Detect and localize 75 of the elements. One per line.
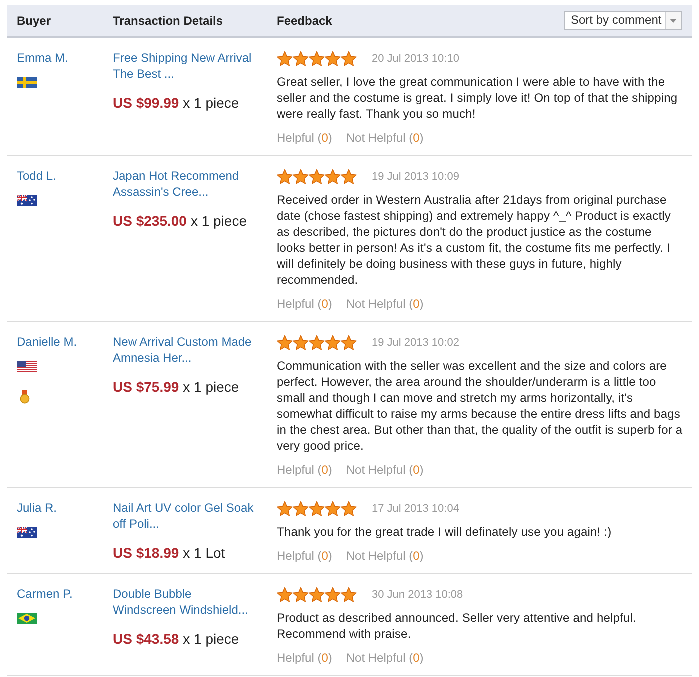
column-header: Transaction Details	[113, 12, 224, 28]
not-helpful-link[interactable]: Not Helpful (0)	[346, 130, 424, 146]
helpful-link[interactable]: Helpful (0)	[277, 650, 332, 666]
australia-flag-icon	[17, 527, 37, 538]
star-icon	[309, 587, 325, 603]
helpful-link[interactable]: Helpful (0)	[277, 462, 332, 478]
star-icon	[277, 587, 293, 603]
star-icon	[277, 169, 293, 185]
helpful-link[interactable]: Helpful (0)	[277, 130, 332, 146]
star-icon	[341, 501, 357, 517]
product-title-link[interactable]: Japan Hot Recommend Assassin's Cree...	[113, 168, 256, 200]
buyer-name-link[interactable]: Carmen P.	[17, 586, 73, 602]
star-icon	[325, 335, 341, 351]
sweden-flag-icon	[17, 77, 37, 88]
star-icon	[309, 501, 325, 517]
product-title-link[interactable]: Nail Art UV color Gel Soak off Poli...	[113, 500, 256, 532]
star-icon	[293, 501, 309, 517]
star-icon	[325, 587, 341, 603]
quantity-text: x 1 piece	[190, 212, 247, 230]
star-icon	[277, 501, 293, 517]
price-text: US $18.99	[113, 544, 180, 562]
star-icon	[309, 169, 325, 185]
price-text: US $43.58	[113, 630, 180, 648]
star-icon	[277, 335, 293, 351]
quantity-text: x 1 Lot	[183, 544, 226, 562]
star-icon	[293, 51, 309, 67]
star-icon	[309, 51, 325, 67]
review-date: 17 Jul 2013 10:04	[372, 502, 460, 517]
star-icon	[341, 169, 357, 185]
quantity-text: x 1 piece	[183, 94, 240, 112]
star-icon	[341, 51, 357, 67]
quantity-text: x 1 piece	[183, 378, 240, 396]
star-icon	[309, 335, 325, 351]
caret-icon	[670, 18, 677, 22]
star-icon	[325, 501, 341, 517]
quantity-text: x 1 piece	[183, 630, 240, 648]
review-text: Received order in Western Australia after 21days from original purchase date (chose fastest shipping) and extremely happy ^_^ Product is exactly as described, the pictures don't do the product justice as the costume looks better in person! As it's a custom fit, the costume fits me perfectly. I will definitely be doing business with these guys in future, highly recommended.	[277, 192, 672, 288]
helpful-link[interactable]: Helpful (0)	[277, 548, 332, 564]
review-text: Thank you for the great trade I will definately use you again! :)	[277, 524, 613, 540]
star-icon	[293, 587, 309, 603]
review-date: 30 Jun 2013 10:08	[372, 588, 464, 603]
helpful-link[interactable]: Helpful (0)	[277, 296, 332, 312]
brazil-flag-icon	[17, 613, 37, 624]
price-text: US $75.99	[113, 378, 180, 396]
price-text: US $235.00	[113, 212, 187, 230]
review-date: 19 Jul 2013 10:02	[372, 336, 460, 351]
column-header: Feedback	[277, 12, 332, 28]
review-text: Product as described announced. Seller very attentive and helpful. Recommend with praise.	[277, 610, 638, 642]
price-text: US $99.99	[113, 94, 180, 112]
column-header: Buyer	[17, 12, 52, 28]
review-text: Great seller, I love the great communication I were able to have with the seller and the costume is great. I simply love it! On top of that the shipping were really fast. Thank you so much!	[277, 74, 679, 122]
review-text: Communication with the seller was excellent and the size and colors are perfect. However, the area around the shoulder/underarm is a little too small and though I can move and stretch my arms horizontally, it's somewhat difficult to raise my arms because the entire dress lifts and bags in the chest area. But other than that, the quality of the outfit is superb for a very good price.	[277, 358, 683, 454]
buyer-name-link[interactable]: Todd L.	[17, 168, 56, 184]
star-icon	[341, 335, 357, 351]
buyer-name-link[interactable]: Emma M.	[17, 50, 68, 66]
australia-flag-icon	[17, 195, 37, 206]
review-date: 20 Jul 2013 10:10	[372, 52, 460, 67]
buyer-name-link[interactable]: Julia R.	[17, 500, 58, 516]
not-helpful-link[interactable]: Not Helpful (0)	[346, 296, 424, 312]
sort-dropdown[interactable]: Sort by comment	[564, 11, 682, 30]
star-icon	[277, 51, 293, 67]
not-helpful-link[interactable]: Not Helpful (0)	[346, 548, 424, 564]
star-icon	[293, 335, 309, 351]
star-icon	[341, 587, 357, 603]
star-icon	[325, 51, 341, 67]
product-title-link[interactable]: New Arrival Custom Made Amnesia Her...	[113, 334, 256, 366]
usa-flag-icon	[17, 361, 37, 372]
product-title-link[interactable]: Free Shipping New Arrival The Best ...	[113, 50, 256, 82]
review-date: 19 Jul 2013 10:09	[372, 170, 460, 185]
buyer-name-link[interactable]: Danielle M.	[17, 334, 78, 350]
not-helpful-link[interactable]: Not Helpful (0)	[346, 462, 424, 478]
product-title-link[interactable]: Double Bubble Windscreen Windshield...	[113, 586, 256, 618]
star-icon	[325, 169, 341, 185]
not-helpful-link[interactable]: Not Helpful (0)	[346, 650, 424, 666]
star-icon	[293, 169, 309, 185]
